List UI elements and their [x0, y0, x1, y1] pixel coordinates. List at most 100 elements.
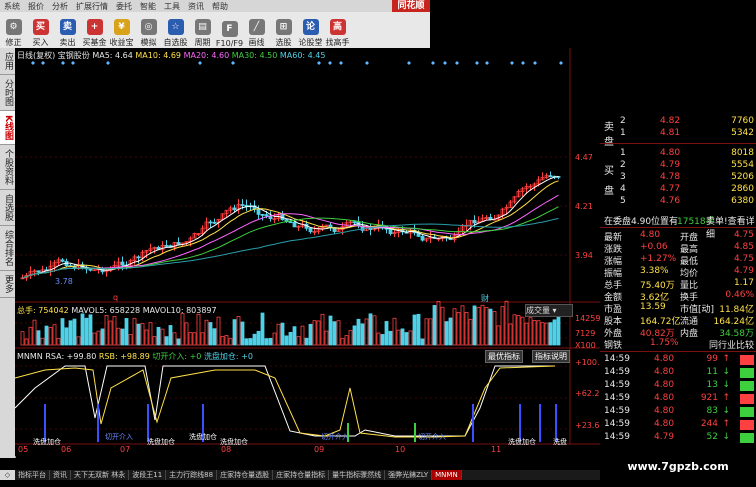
event-marker-icon	[475, 61, 479, 65]
event-marker-icon	[455, 61, 459, 65]
volume-bar	[208, 322, 213, 346]
indicator-dropdown[interactable]: 成交量 ▾	[525, 304, 573, 317]
peer-compare-link: 同行业比较	[708, 341, 754, 351]
volume-bar	[440, 306, 445, 346]
best-indicator-button[interactable]: 最优指标	[485, 350, 523, 363]
toolbar-button-8[interactable]: F F10/F9	[216, 12, 243, 48]
cycle-icon: ▤	[194, 19, 211, 35]
volume-bar	[292, 326, 297, 346]
volume-bar	[244, 338, 249, 346]
toolbar-label: 找高手	[325, 38, 350, 47]
industry-name: 钢铁	[604, 341, 623, 351]
event-marker-icon	[41, 61, 45, 65]
quote-cell: 5554	[731, 160, 754, 170]
quote-field-row: 总手 75.40万 量比 1.17	[600, 278, 756, 291]
toolbar-button-2[interactable]: 卖卖出	[54, 12, 81, 48]
menu-item-3[interactable]: 扩展行情	[76, 1, 108, 12]
brand-logo: 同花顺	[392, 0, 430, 12]
volume-bar	[492, 311, 497, 346]
sidebar-item-1[interactable]: 分时图	[0, 75, 15, 111]
quote-cell: 7760	[731, 116, 754, 126]
toolbar-button-7[interactable]: ▤ 周期	[189, 12, 216, 48]
menu-item-5[interactable]: 智能	[140, 1, 156, 12]
sidebar-item-4[interactable]: 自选股	[0, 190, 15, 226]
volume-bar	[264, 338, 269, 346]
menu-item-2[interactable]: 分析	[52, 1, 68, 12]
sidebar-item-5[interactable]: 综合排名	[0, 226, 15, 271]
indicator-tab-4[interactable]: 主力行踪线88	[166, 470, 218, 480]
toolbar-button-6[interactable]: ☆ 自选股	[162, 12, 189, 48]
toolbar-button-3[interactable]: + 买基金	[81, 12, 108, 48]
volume-total: 总手: 754042	[17, 306, 69, 315]
quote-cell: 4.79	[660, 160, 681, 170]
volume-bar	[84, 317, 89, 346]
tick-bar	[740, 394, 754, 404]
candle-body	[60, 259, 65, 262]
event-marker-icon	[328, 61, 332, 65]
menu-item-6[interactable]: 工具	[164, 1, 180, 12]
volume-bar	[104, 315, 109, 346]
quote-cell: 1	[620, 128, 626, 138]
toolbar-button-12[interactable]: 高找高手	[324, 12, 351, 48]
volume-bar	[156, 326, 161, 346]
volume-bar	[72, 318, 77, 346]
menu-item-8[interactable]: 帮助	[212, 1, 228, 12]
indicator-tab-2[interactable]: 天下无双新 林永	[71, 470, 130, 480]
indicator-tab-8[interactable]: 强弊光錶ZLY	[385, 470, 433, 480]
signal-label: 切开介入	[418, 433, 446, 441]
quote-cell: 6380	[731, 196, 754, 206]
indicator-tab-9[interactable]: MNMN	[432, 470, 462, 480]
toolbar-label: 画线	[248, 38, 265, 47]
volume-bar	[384, 321, 389, 346]
candle-body	[488, 216, 493, 220]
toolbar-button-0[interactable]: ⚙ 修正	[0, 12, 27, 48]
volume-bar	[216, 316, 221, 346]
indicator-tab-7[interactable]: 量牛指标骤然线	[329, 470, 386, 480]
volume-bar	[444, 321, 449, 346]
toolbar-button-4[interactable]: ¥ 收益宝	[108, 12, 135, 48]
indicator-tab-3[interactable]: 波段王11	[129, 470, 167, 480]
event-marker-icon	[431, 61, 435, 65]
quote-cell: 3	[620, 172, 626, 182]
volume-bar	[284, 335, 289, 346]
indicator-header: MNMN RSA: +99.80 RSB: +98.89 切开介入: +0 洗盘…	[17, 351, 253, 362]
volume-bar	[544, 322, 549, 346]
sidebar-item-6[interactable]: 更多	[0, 271, 15, 298]
menu-item-1[interactable]: 报价	[28, 1, 44, 12]
chart-canvas	[15, 48, 600, 445]
event-marker-icon	[521, 61, 525, 65]
marker-cai: 财	[481, 294, 489, 303]
toolbar-label: 买入	[32, 38, 49, 47]
indicator-tab-1[interactable]: 资讯	[50, 470, 71, 480]
toolbar-button-10[interactable]: ⊞ 选股	[270, 12, 297, 48]
toolbar-button-1[interactable]: 买买入	[27, 12, 54, 48]
indicator-tab-5[interactable]: 庄家持仓量透股	[217, 470, 274, 480]
kline-chart-area[interactable]: 日线(复权) 宝钢股份 MA5: 4.64 MA10: 4.69 MA20: 4…	[15, 48, 605, 456]
volume-bar	[356, 318, 361, 346]
indicator-tab-6[interactable]: 庄家持仓量指标	[273, 470, 330, 480]
indicator-tab-0[interactable]: 指标平台	[15, 470, 50, 480]
volume-bar	[44, 325, 49, 346]
quote-field-row: 振幅 3.38% 均价 4.79	[600, 266, 756, 279]
menu-item-4[interactable]: 委托	[116, 1, 132, 12]
volume-bar	[136, 323, 141, 346]
volume-bar	[288, 332, 293, 346]
sidebar-item-2[interactable]: K线图	[0, 111, 15, 145]
volume-bar	[228, 338, 233, 346]
indicator-help-button[interactable]: 指标说明	[532, 350, 570, 363]
toolbar-button-5[interactable]: ◎ 模拟	[135, 12, 162, 48]
menu-item-0[interactable]: 系统	[4, 1, 20, 12]
volume-bar	[412, 314, 417, 346]
volume-bar	[28, 326, 33, 346]
menu-item-7[interactable]: 资讯	[188, 1, 204, 12]
toolbar-button-11[interactable]: 论论股堂	[297, 12, 324, 48]
volume-bar	[372, 315, 377, 346]
arrow-up-icon: ↑	[722, 393, 730, 403]
toolbar-button-9[interactable]: ╱ 画线	[243, 12, 270, 48]
tick-price: 4.79	[654, 432, 675, 442]
toolbar-label: 选股	[275, 38, 292, 47]
sidebar-item-3[interactable]: 个股资料	[0, 145, 15, 190]
price-label-3: 3.94	[575, 251, 593, 260]
sidebar-item-0[interactable]: 应用	[0, 48, 15, 75]
tick-volume: 83	[706, 406, 718, 416]
